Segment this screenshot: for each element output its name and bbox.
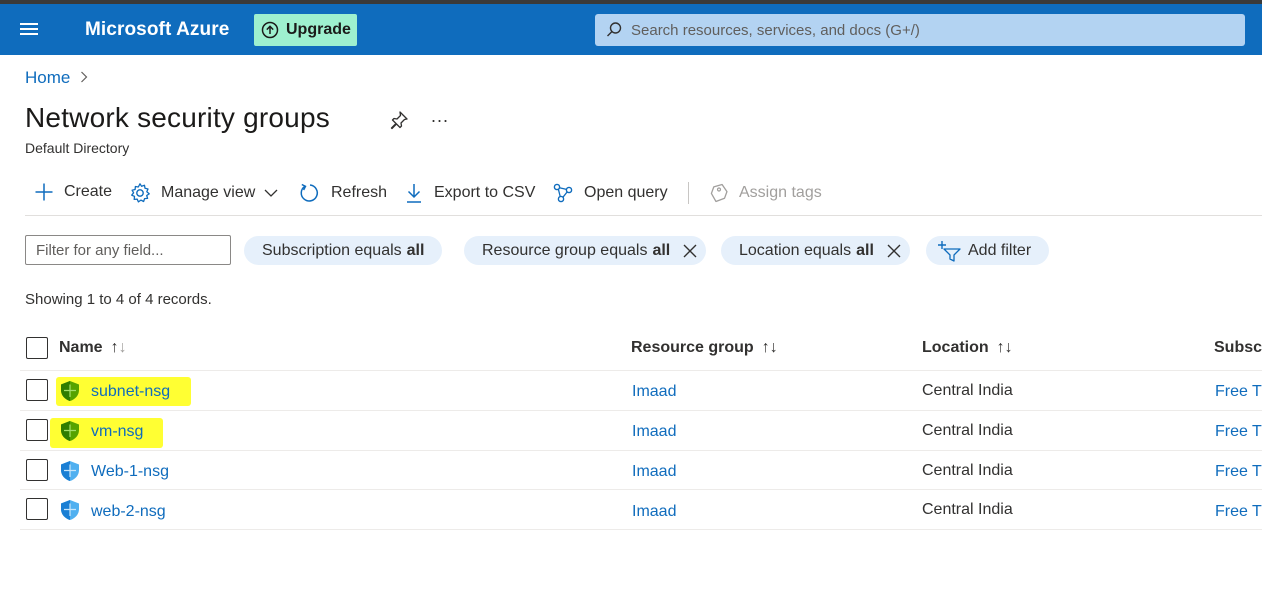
column-header-resource-group[interactable]: Resource group ↑↓ xyxy=(631,339,778,357)
tag-icon xyxy=(710,183,728,203)
arrow-up-circle-icon xyxy=(261,21,279,39)
location-cell: Central India xyxy=(922,382,1013,399)
resource-group-filter-prefix: Resource group equals xyxy=(482,241,648,259)
global-search[interactable] xyxy=(595,14,1245,46)
subscription-link[interactable]: Free Tr xyxy=(1215,463,1262,481)
subscription-filter-prefix: Subscription equals xyxy=(262,241,402,259)
location-cell: Central India xyxy=(922,501,1013,518)
row-divider xyxy=(20,489,1262,490)
location-cell: Central India xyxy=(922,422,1013,439)
nsg-shield-icon xyxy=(61,500,79,520)
breadcrumb: Home xyxy=(25,68,88,88)
azure-header: Microsoft Azure Upgrade xyxy=(0,4,1262,55)
nsg-name-link[interactable]: vm-nsg xyxy=(91,423,143,441)
plus-icon xyxy=(35,183,53,201)
column-location-label: Location xyxy=(922,339,989,356)
sort-icon: ↑↓ xyxy=(996,339,1013,356)
brand-title[interactable]: Microsoft Azure xyxy=(85,19,229,41)
nsg-shield-icon xyxy=(61,461,79,481)
hamburger-menu-icon[interactable] xyxy=(20,21,40,37)
row-divider xyxy=(20,529,1262,530)
nsg-name-link[interactable]: subnet-nsg xyxy=(91,383,170,401)
column-header-name[interactable]: Name ↑↓ xyxy=(59,339,127,357)
search-input[interactable] xyxy=(631,21,1231,39)
assign-tags-label: Assign tags xyxy=(739,184,822,201)
row-checkbox[interactable] xyxy=(26,498,48,520)
resource-group-link[interactable]: Imaad xyxy=(632,423,676,441)
command-divider xyxy=(688,182,689,204)
query-graph-icon xyxy=(553,183,573,203)
location-cell: Central India xyxy=(922,462,1013,479)
create-label: Create xyxy=(64,183,113,200)
refresh-button[interactable]: Refresh xyxy=(299,182,387,204)
nsg-shield-icon xyxy=(61,421,79,441)
gear-icon xyxy=(131,183,150,203)
add-filter-icon xyxy=(938,240,961,262)
select-all-checkbox[interactable] xyxy=(26,337,48,359)
column-name-label: Name xyxy=(59,339,103,356)
sort-icon: ↑↓ xyxy=(761,339,778,356)
nsg-shield-icon xyxy=(61,381,79,401)
subscription-filter-pill[interactable]: Subscription equals all xyxy=(244,236,443,265)
row-checkbox[interactable] xyxy=(26,419,48,441)
location-filter-prefix: Location equals xyxy=(739,241,852,259)
column-subscription-label: Subscr xyxy=(1214,339,1262,356)
manage-view-button[interactable]: Manage view xyxy=(129,182,278,204)
page-title: Network security groups xyxy=(25,102,330,133)
resource-group-link[interactable]: Imaad xyxy=(632,463,676,481)
resource-group-filter-pill[interactable]: Resource group equals all xyxy=(464,236,707,265)
resource-group-link[interactable]: Imaad xyxy=(632,503,676,521)
row-divider xyxy=(20,370,1262,371)
export-csv-label: Export to CSV xyxy=(434,184,536,201)
resource-group-filter-value: all xyxy=(652,241,671,259)
row-checkbox[interactable] xyxy=(26,379,48,401)
pin-icon[interactable] xyxy=(389,110,409,135)
sort-ascending-icon: ↑↓ xyxy=(110,339,127,356)
close-icon[interactable] xyxy=(682,243,698,259)
filter-input[interactable] xyxy=(25,235,231,265)
add-filter-label: Add filter xyxy=(968,241,1032,259)
column-header-location[interactable]: Location ↑↓ xyxy=(922,339,1013,357)
records-count: Showing 1 to 4 of 4 records. xyxy=(25,291,212,308)
breadcrumb-home[interactable]: Home xyxy=(25,68,70,88)
upgrade-button[interactable]: Upgrade xyxy=(254,14,357,46)
open-query-label: Open query xyxy=(584,184,668,201)
page-subtitle: Default Directory xyxy=(25,140,130,156)
more-options-button[interactable]: ... xyxy=(431,106,449,127)
command-bar: Create Manage view Refresh Export to CSV… xyxy=(25,178,1262,216)
subscription-link[interactable]: Free Tr xyxy=(1215,423,1262,441)
row-divider xyxy=(20,450,1262,451)
nsg-name-link[interactable]: Web-1-nsg xyxy=(91,463,169,481)
subscription-filter-value: all xyxy=(406,241,425,259)
refresh-icon xyxy=(300,183,318,202)
location-filter-pill[interactable]: Location equals all xyxy=(721,236,910,265)
subscription-link[interactable]: Free Tr xyxy=(1215,503,1262,521)
create-button[interactable]: Create xyxy=(34,182,112,202)
subscription-link[interactable]: Free Tr xyxy=(1215,383,1262,401)
download-icon xyxy=(407,184,421,203)
column-header-subscription[interactable]: Subscr xyxy=(1214,339,1262,357)
close-icon[interactable] xyxy=(886,243,902,259)
assign-tags-button[interactable]: Assign tags xyxy=(709,182,822,204)
resource-group-link[interactable]: Imaad xyxy=(632,383,676,401)
breadcrumb-chevron-icon xyxy=(80,70,88,86)
row-checkbox[interactable] xyxy=(26,459,48,481)
add-filter-button[interactable]: Add filter xyxy=(926,236,1050,265)
location-filter-value: all xyxy=(856,241,874,259)
column-resource-group-label: Resource group xyxy=(631,339,754,356)
manage-view-label: Manage view xyxy=(161,184,256,201)
upgrade-label: Upgrade xyxy=(286,21,351,38)
open-query-button[interactable]: Open query xyxy=(552,182,668,204)
row-divider xyxy=(20,410,1262,411)
nsg-name-link[interactable]: web-2-nsg xyxy=(91,503,166,521)
export-csv-button[interactable]: Export to CSV xyxy=(404,182,535,204)
chevron-down-icon xyxy=(264,189,278,197)
refresh-label: Refresh xyxy=(331,184,388,201)
search-icon xyxy=(607,22,622,37)
